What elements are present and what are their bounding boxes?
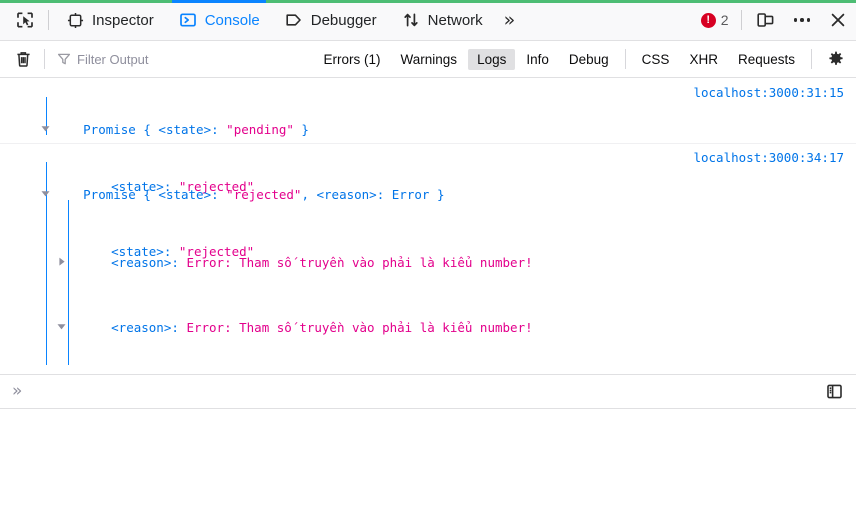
filter-pill-info[interactable]: Info [517,49,558,70]
error-type-token: Error [391,187,430,202]
filter-pill-requests[interactable]: Requests [729,49,804,70]
comma-token: , [301,187,317,202]
tab-console-label: Console [204,11,260,29]
more-options-icon[interactable] [784,0,821,40]
filter-pill-logs[interactable]: Logs [468,48,516,70]
filter-input[interactable] [77,51,285,67]
object-token: Promise { [83,122,159,137]
filter-divider-3 [811,49,812,69]
object-token: Promise { [83,187,159,202]
debugger-icon [284,10,304,30]
tab-debugger[interactable]: Debugger [272,0,389,41]
property-token: <state> [158,122,212,137]
filter-pill-xhr[interactable]: XHR [680,49,727,70]
colon-token: : [163,244,179,259]
property-token: <reason> [316,187,377,202]
colon-token: : [376,187,392,202]
toolbar-divider-2 [740,10,742,30]
colon-token: : [211,187,227,202]
close-icon[interactable] [820,0,856,40]
tab-inspector-label: Inspector [92,11,154,29]
brace-token: } [429,187,445,202]
string-token: "rejected" [226,187,302,202]
error-count-badge[interactable]: ! 2 [693,12,737,28]
console-filter-toolbar: Errors (1) Warnings Logs Info Debug CSS … [0,41,856,78]
brace-token: } [293,122,309,137]
top-accent-strip [0,0,856,3]
editor-mode-icon[interactable] [822,380,846,404]
colon-token: : [171,320,187,335]
filter-input-wrapper[interactable] [51,47,291,71]
devtools-toolbar: Inspector Console Debugger Network » ! 2 [0,0,856,41]
chevron-down-icon[interactable] [56,283,70,330]
js-input-bar[interactable]: » [0,374,856,409]
property-token: <state> [158,187,212,202]
property-token: <state> [111,244,164,259]
tab-console[interactable]: Console [166,0,272,41]
funnel-icon [57,52,71,66]
trash-icon[interactable] [8,45,38,73]
console-message[interactable]: localhost:3000:31:15 Promise { <state>: … [0,79,856,270]
string-token: "pending" [226,122,294,137]
tab-inspector[interactable]: Inspector [53,0,166,41]
element-picker-icon[interactable] [6,0,44,40]
tab-debugger-label: Debugger [310,11,377,29]
string-token: "rejected" [178,244,255,259]
error-count-label: 2 [720,12,729,28]
chevron-double-right-icon: » [503,8,516,31]
filter-pill-debug[interactable]: Debug [560,49,618,70]
tab-network-label: Network [427,11,483,29]
filter-pill-warnings[interactable]: Warnings [392,49,467,70]
filter-pill-css[interactable]: CSS [633,49,679,70]
gear-icon[interactable] [820,45,852,73]
chevron-down-icon[interactable] [40,150,54,197]
colon-token: : [211,122,227,137]
responsive-design-mode-icon[interactable] [746,0,784,40]
chevron-down-icon[interactable] [40,85,54,132]
filter-divider-2 [624,49,626,69]
console-icon [178,10,198,30]
error-text: Error: Tham số truyền vào phải là kiểu n… [186,320,533,335]
page-background [0,410,856,516]
toolbox-overflow-button[interactable]: » [495,0,525,40]
property-token: <reason> [111,320,172,335]
object-property-row[interactable]: <state>: "rejected" [0,223,856,280]
console-message[interactable]: localhost:3000:34:17 Promise { <state>: … [0,144,856,374]
object-property-row[interactable]: <reason>: Error: Tham số truyền vào phải… [0,280,856,356]
object-property-row[interactable]: columnNumber: 17 [0,356,856,374]
error-icon: ! [700,12,716,28]
js-input-field[interactable] [32,383,822,400]
filter-divider [44,49,45,69]
network-icon [401,10,421,30]
toolbar-divider [48,10,49,30]
tab-network[interactable]: Network [389,0,495,41]
inspector-icon [65,10,85,30]
chevron-double-right-icon: » [12,381,23,401]
filter-pill-errors[interactable]: Errors (1) [315,49,390,70]
object-header-row[interactable]: Promise { <state>: "rejected", <reason>:… [0,147,856,223]
console-output[interactable]: localhost:3000:31:15 Promise { <state>: … [0,79,856,374]
